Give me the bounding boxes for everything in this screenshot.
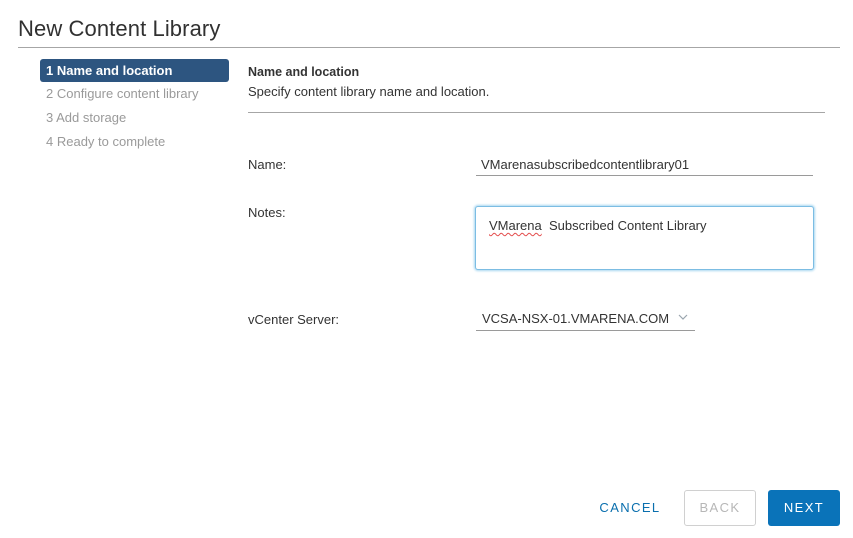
step-configure-content-library[interactable]: 2 Configure content library	[40, 82, 229, 106]
back-button[interactable]: BACK	[684, 490, 756, 526]
vcenter-server-label: vCenter Server:	[248, 312, 340, 327]
notes-textarea[interactable]: VMarena Subscribed Content Library	[475, 206, 814, 270]
dialog-title: New Content Library	[18, 16, 221, 41]
name-input[interactable]	[476, 153, 813, 176]
notes-text: Subscribed Content Library	[541, 218, 707, 233]
notes-label: Notes:	[248, 205, 286, 220]
wizard-steps: 1 Name and location 2 Configure content …	[40, 59, 229, 154]
notes-misspelled-word: VMarena	[489, 218, 542, 233]
section-title: Name and location	[248, 65, 360, 79]
section-divider	[248, 112, 825, 113]
next-button[interactable]: NEXT	[768, 490, 840, 526]
section-header: Name and location Specify content librar…	[248, 60, 825, 113]
chevron-down-icon	[678, 314, 688, 320]
section-description: Specify content library name and locatio…	[248, 84, 490, 99]
step-ready-to-complete[interactable]: 4 Ready to complete	[40, 130, 229, 154]
step-add-storage[interactable]: 3 Add storage	[40, 106, 229, 130]
vcenter-server-value: VCSA-NSX-01.VMARENA.COM	[482, 311, 670, 326]
cancel-button[interactable]: CANCEL	[590, 490, 670, 526]
step-name-and-location[interactable]: 1 Name and location	[40, 59, 229, 82]
title-divider	[18, 47, 840, 48]
name-label: Name:	[248, 157, 287, 172]
vcenter-server-select[interactable]: VCSA-NSX-01.VMARENA.COM	[476, 308, 695, 331]
